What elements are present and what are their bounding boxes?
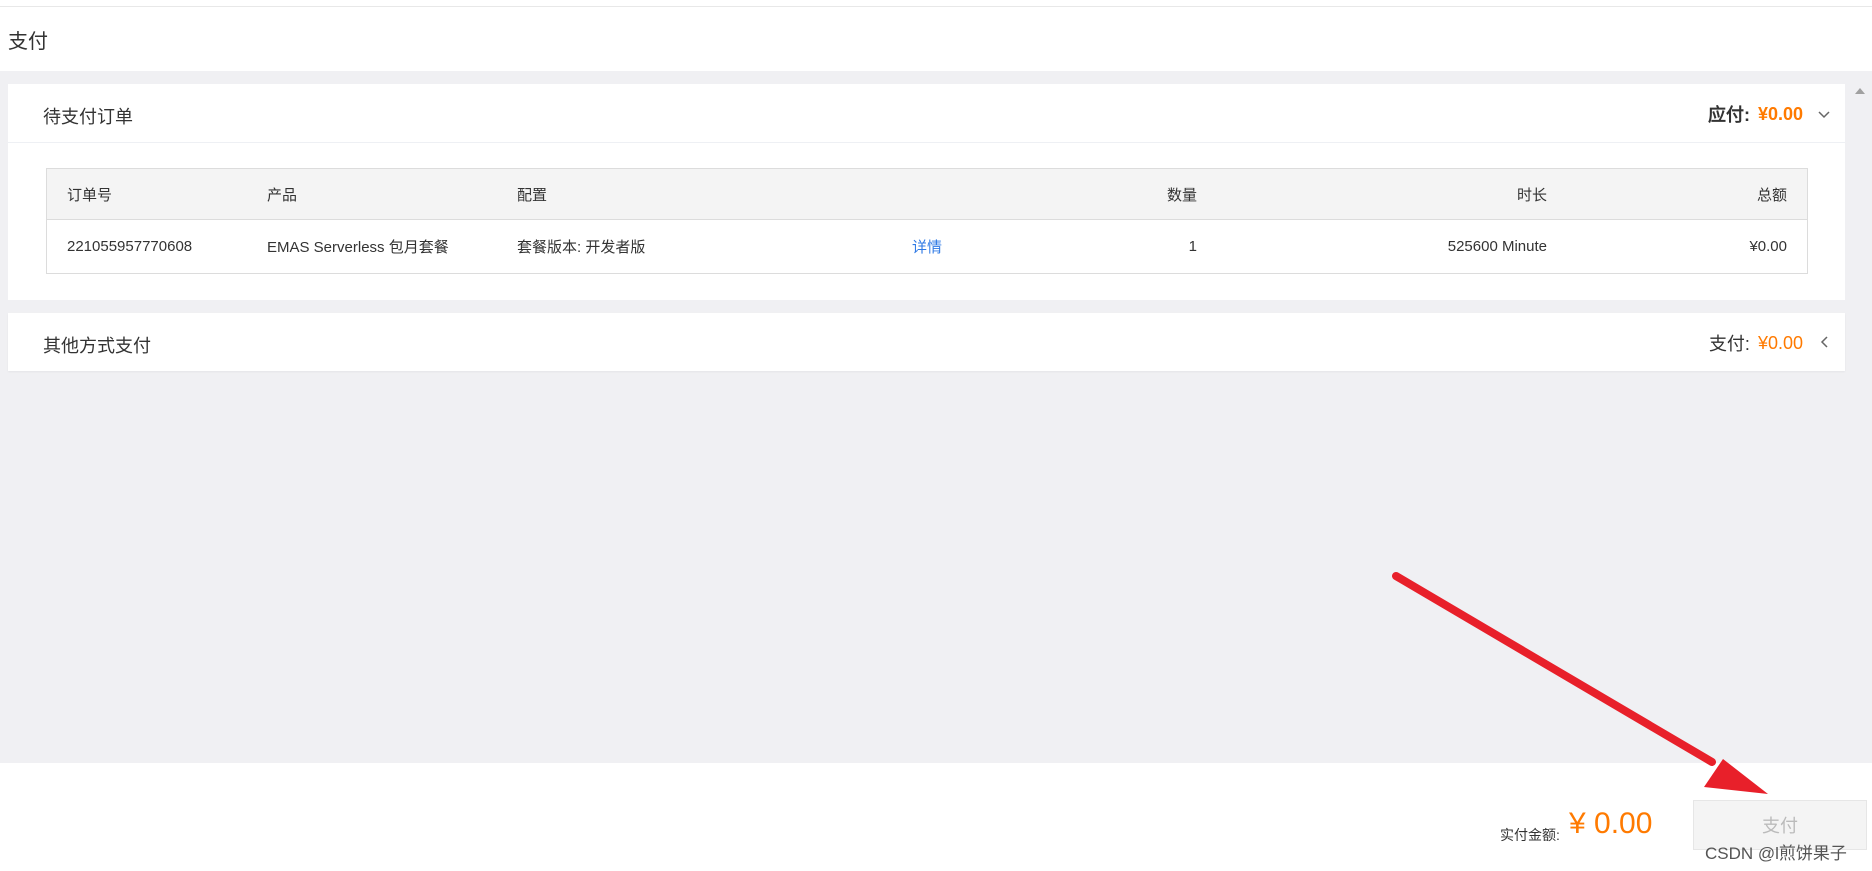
other-payment-card: 其他方式支付 支付: ¥0.00 (8, 313, 1845, 371)
triangle-up-icon[interactable] (1855, 88, 1865, 94)
orders-table: 订单号 产品 配置 数量 时长 总额 221055957770608 EMAS … (46, 168, 1808, 274)
pending-orders-header[interactable]: 待支付订单 应付: ¥0.00 (8, 84, 1845, 143)
other-payment-summary: 支付: ¥0.00 (1709, 330, 1831, 356)
pending-orders-summary: 应付: ¥0.00 (1708, 101, 1831, 127)
pending-orders-card: 待支付订单 应付: ¥0.00 订单号 产品 配置 数量 时长 总额 22105… (8, 84, 1845, 300)
actual-amount-label: 实付金额: (1500, 827, 1560, 843)
col-product: 产品 (247, 168, 497, 220)
table-row: 221055957770608 EMAS Serverless 包月套餐 套餐版… (47, 220, 1808, 274)
col-details (847, 168, 1007, 220)
watermark: CSDN @l煎饼果子 (1705, 844, 1847, 863)
actual-amount: ¥ 0.00 (1569, 807, 1653, 840)
payment-footer: 实付金额: ¥ 0.00 支付 CSDN @l煎饼果子 (0, 763, 1872, 871)
chevron-down-icon[interactable] (1817, 106, 1831, 122)
cell-config: 套餐版本: 开发者版 (517, 239, 646, 256)
due-amount: ¥0.00 (1757, 103, 1803, 124)
cell-total: ¥0.00 (1749, 238, 1787, 255)
cell-duration: 525600 Minute (1447, 238, 1547, 255)
cell-order-no: 221055957770608 (67, 238, 193, 255)
other-payment-header[interactable]: 其他方式支付 支付: ¥0.00 (8, 313, 1845, 371)
other-payment-title: 其他方式支付 (43, 336, 151, 356)
chevron-left-icon[interactable] (1817, 335, 1831, 351)
cell-quantity: 1 (1188, 238, 1197, 255)
col-duration: 时长 (1217, 168, 1567, 220)
table-header-row: 订单号 产品 配置 数量 时长 总额 (46, 168, 1808, 220)
scrollbar[interactable] (1848, 84, 1872, 763)
col-config: 配置 (497, 168, 847, 220)
pay-label: 支付: (1708, 334, 1750, 354)
col-total: 总额 (1567, 168, 1808, 220)
due-label: 应付: (1707, 105, 1750, 125)
pending-orders-title: 待支付订单 (43, 107, 133, 127)
page-header: 支付 (0, 7, 1872, 71)
col-order-no: 订单号 (46, 168, 247, 220)
details-link[interactable]: 详情 (912, 239, 942, 256)
page-title: 支付 (8, 31, 48, 53)
pay-amount: ¥0.00 (1757, 332, 1803, 353)
cell-product: EMAS Serverless 包月套餐 (267, 239, 449, 256)
col-quantity: 数量 (1007, 168, 1217, 220)
